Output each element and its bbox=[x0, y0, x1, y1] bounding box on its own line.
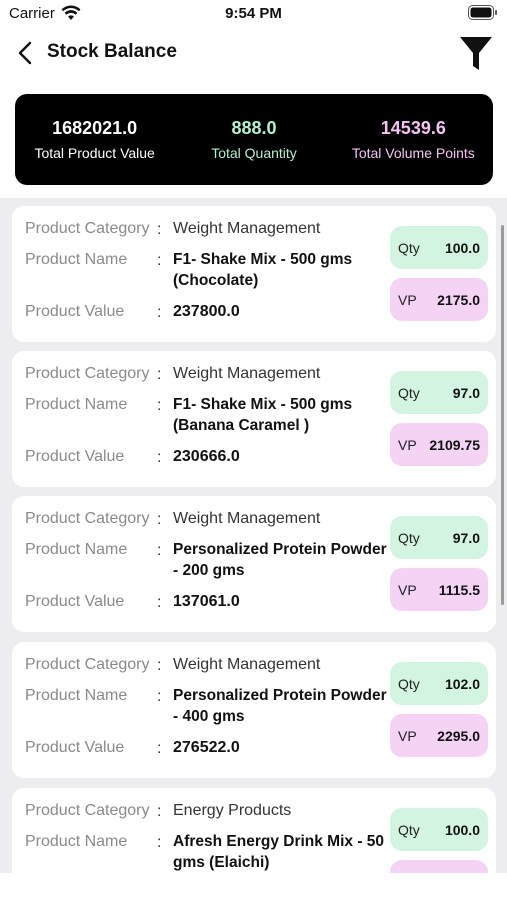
product-value-amount: 276522.0 bbox=[173, 739, 240, 756]
filter-button[interactable] bbox=[458, 35, 494, 73]
product-category-value: Energy Products bbox=[173, 802, 292, 819]
product-name-label: Product Name bbox=[25, 687, 128, 704]
product-card[interactable]: Product Category : Energy Products Produ… bbox=[12, 788, 496, 873]
product-name-label: Product Name bbox=[25, 396, 128, 413]
product-value-amount: 137061.0 bbox=[173, 593, 240, 610]
back-button[interactable] bbox=[14, 39, 36, 67]
colon-separator: : bbox=[157, 221, 162, 238]
product-value-label: Product Value bbox=[25, 593, 125, 610]
bottom-safe-area bbox=[0, 873, 507, 900]
product-name-label: Product Name bbox=[25, 541, 128, 558]
qty-label: Qty bbox=[398, 529, 420, 546]
vp-value: 2109.75 bbox=[429, 436, 480, 453]
product-name-value: Afresh Energy Drink Mix - 50 gms (Elaich… bbox=[173, 833, 385, 871]
qty-value: 97.0 bbox=[452, 384, 480, 401]
status-time: 9:54 PM bbox=[225, 5, 282, 22]
qty-value: 100.0 bbox=[444, 239, 480, 256]
vp-badge: VP 2295.0 bbox=[390, 714, 488, 757]
vp-badge: VP 2175.0 bbox=[390, 278, 488, 321]
product-value-amount: 230666.0 bbox=[173, 448, 240, 465]
vp-label: VP bbox=[398, 436, 417, 453]
total-quantity-amount: 888.0 bbox=[231, 118, 277, 138]
product-category-label: Product Category bbox=[25, 802, 150, 819]
product-name-value: Personalized Protein Powder - 200 gms bbox=[173, 541, 387, 579]
colon-separator: : bbox=[157, 834, 162, 851]
total-quantity: 888.0 Total Quantity bbox=[174, 94, 333, 185]
qty-value: 97.0 bbox=[452, 529, 480, 546]
product-category-value: Weight Management bbox=[173, 365, 321, 382]
vp-value: 2175.0 bbox=[437, 291, 480, 308]
total-product-value: 1682021.0 Total Product Value bbox=[15, 94, 174, 185]
product-name-label: Product Name bbox=[25, 833, 128, 850]
product-category-label: Product Category bbox=[25, 656, 150, 673]
product-category-label: Product Category bbox=[25, 220, 150, 237]
colon-separator: : bbox=[157, 366, 162, 383]
product-name-value: Personalized Protein Powder - 400 gms bbox=[173, 687, 387, 725]
nav-bar: Stock Balance bbox=[0, 30, 507, 78]
colon-separator: : bbox=[157, 397, 162, 414]
colon-separator: : bbox=[157, 252, 162, 269]
product-list[interactable]: Product Category : Weight Management Pro… bbox=[0, 198, 507, 873]
colon-separator: : bbox=[157, 542, 162, 559]
colon-separator: : bbox=[157, 657, 162, 674]
qty-label: Qty bbox=[398, 821, 420, 838]
product-category-value: Weight Management bbox=[173, 510, 321, 527]
product-value-label: Product Value bbox=[25, 303, 125, 320]
product-name-value: F1- Shake Mix - 500 gms (Chocolate) bbox=[173, 251, 353, 289]
page-title: Stock Balance bbox=[47, 41, 177, 62]
product-value-label: Product Value bbox=[25, 739, 125, 756]
qty-badge: Qty 97.0 bbox=[390, 516, 488, 559]
total-product-value-amount: 1682021.0 bbox=[52, 118, 138, 138]
vp-badge: VP bbox=[390, 860, 488, 873]
chevron-left-icon bbox=[18, 41, 32, 65]
product-card[interactable]: Product Category : Weight Management Pro… bbox=[12, 642, 496, 778]
product-card[interactable]: Product Category : Weight Management Pro… bbox=[12, 206, 496, 342]
vp-label: VP bbox=[398, 291, 417, 308]
product-name-value: F1- Shake Mix - 500 gms (Banana Caramel … bbox=[173, 396, 353, 434]
qty-badge: Qty 100.0 bbox=[390, 808, 488, 851]
qty-label: Qty bbox=[398, 384, 420, 401]
qty-badge: Qty 100.0 bbox=[390, 226, 488, 269]
vp-label: VP bbox=[398, 727, 417, 744]
qty-value: 100.0 bbox=[444, 821, 480, 838]
total-quantity-label: Total Quantity bbox=[211, 145, 297, 161]
colon-separator: : bbox=[157, 304, 162, 321]
product-category-label: Product Category bbox=[25, 510, 150, 527]
total-volume-points: 14539.6 Total Volume Points bbox=[334, 94, 493, 185]
filter-funnel-icon bbox=[460, 37, 492, 70]
product-card[interactable]: Product Category : Weight Management Pro… bbox=[12, 351, 496, 487]
qty-badge: Qty 97.0 bbox=[390, 371, 488, 414]
colon-separator: : bbox=[157, 449, 162, 466]
total-volume-points-amount: 14539.6 bbox=[380, 118, 446, 138]
total-volume-points-label: Total Volume Points bbox=[351, 145, 475, 161]
product-name-label: Product Name bbox=[25, 251, 128, 268]
qty-badge: Qty 102.0 bbox=[390, 662, 488, 705]
colon-separator: : bbox=[157, 511, 162, 528]
colon-separator: : bbox=[157, 688, 162, 705]
product-category-label: Product Category bbox=[25, 365, 150, 382]
qty-label: Qty bbox=[398, 675, 420, 692]
status-bar: Carrier 9:54 PM bbox=[0, 0, 507, 30]
vp-badge: VP 1115.5 bbox=[390, 568, 488, 611]
vp-badge: VP 2109.75 bbox=[390, 423, 488, 466]
stock-summary-card: 1682021.0 Total Product Value 888.0 Tota… bbox=[15, 94, 493, 185]
qty-label: Qty bbox=[398, 239, 420, 256]
product-value-amount: 237800.0 bbox=[173, 303, 240, 320]
vp-value: 1115.5 bbox=[438, 581, 480, 598]
product-card[interactable]: Product Category : Weight Management Pro… bbox=[12, 496, 496, 632]
product-category-value: Weight Management bbox=[173, 220, 321, 237]
product-value-label: Product Value bbox=[25, 448, 125, 465]
total-product-value-label: Total Product Value bbox=[34, 145, 155, 161]
colon-separator: : bbox=[157, 740, 162, 757]
qty-value: 102.0 bbox=[444, 675, 480, 692]
colon-separator: : bbox=[157, 803, 162, 820]
product-category-value: Weight Management bbox=[173, 656, 321, 673]
colon-separator: : bbox=[157, 594, 162, 611]
scroll-indicator[interactable] bbox=[501, 225, 504, 605]
vp-value: 2295.0 bbox=[437, 727, 480, 744]
battery-icon bbox=[468, 5, 497, 20]
vp-label: VP bbox=[398, 581, 417, 598]
